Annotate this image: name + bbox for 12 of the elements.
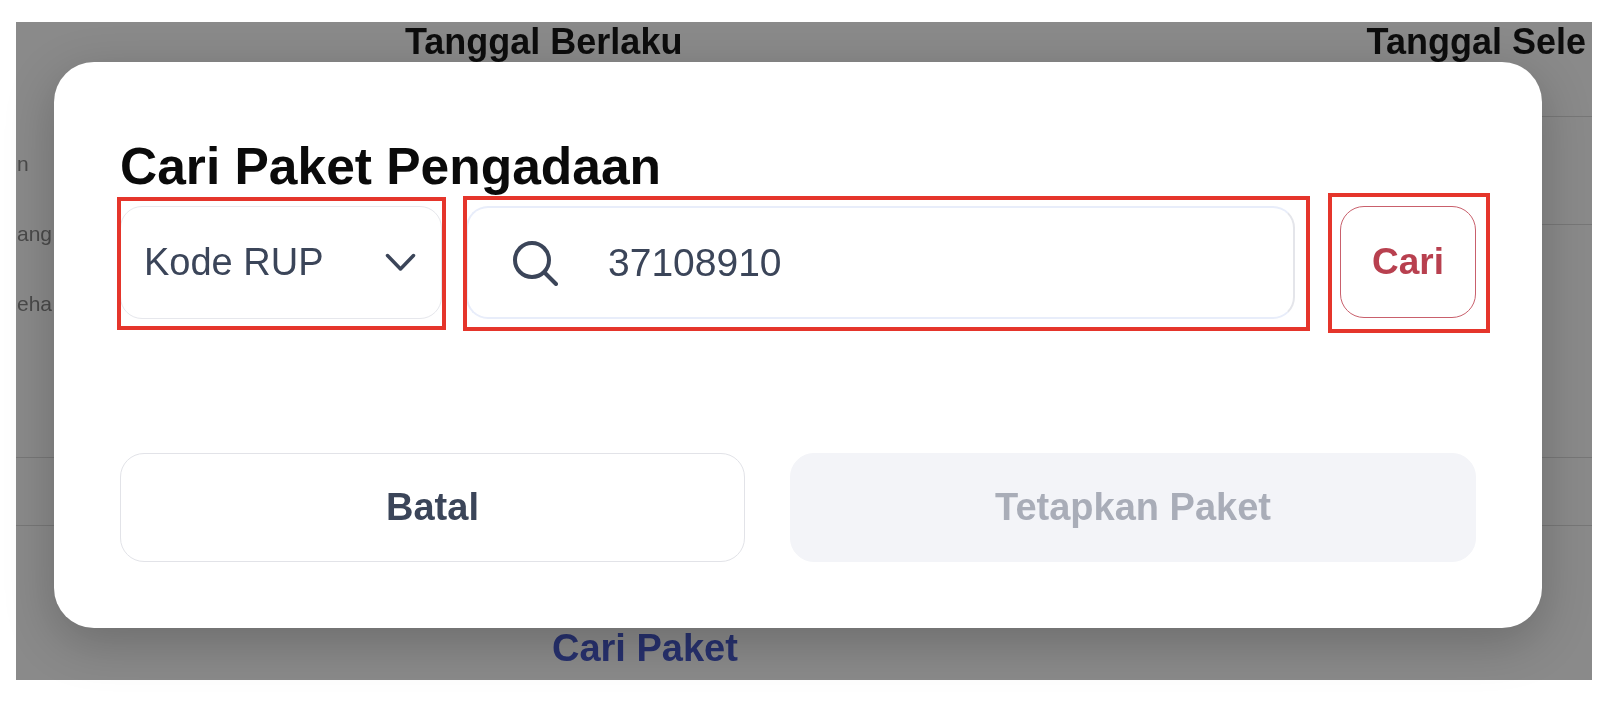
cell-text: eha xyxy=(17,292,53,316)
column-header: Tanggal Berlaku xyxy=(405,23,683,61)
cancel-button[interactable]: Batal xyxy=(120,453,745,562)
column-header: Tanggal Sele xyxy=(1366,23,1586,61)
chevron-down-icon xyxy=(385,253,416,272)
filter-dropdown[interactable]: Kode RUP xyxy=(120,206,442,319)
search-icon xyxy=(512,239,558,286)
search-field[interactable]: 37108910 xyxy=(466,206,1295,319)
search-button[interactable]: Cari xyxy=(1340,206,1476,318)
dialog-title: Cari Paket Pengadaan xyxy=(120,136,661,196)
cell-text: ang xyxy=(17,222,53,246)
cell-text: n xyxy=(17,152,29,176)
